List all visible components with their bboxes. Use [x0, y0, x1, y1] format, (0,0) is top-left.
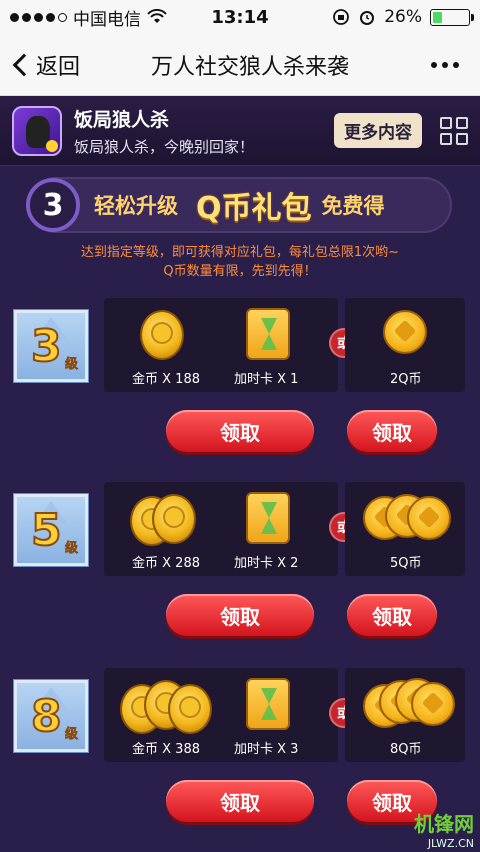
timecard-reward-label: 加时卡 X 3	[234, 742, 299, 757]
reward-panel-items: 金币 X 188 加时卡 X 1	[104, 298, 338, 392]
back-label: 返回	[36, 54, 81, 80]
timecard-reward-label: 加时卡 X 1	[234, 372, 299, 387]
claim-items-button[interactable]: 领取	[166, 780, 314, 822]
level-unit: 级	[65, 357, 79, 373]
reward-panel-items: 金币 X 288 加时卡 X 2	[104, 482, 338, 576]
claim-items-button[interactable]: 领取	[166, 410, 314, 452]
q-coin-icon	[383, 310, 427, 354]
status-bar: 中国电信 13:14 26%	[0, 0, 480, 34]
hourglass-card-icon	[246, 492, 290, 544]
more-options-button[interactable]	[410, 61, 480, 68]
hourglass-card-icon	[246, 308, 290, 360]
timecard-reward-label: 加时卡 X 2	[234, 556, 299, 571]
reward-panel-qcoin: 2Q币	[345, 298, 465, 392]
gold-coin-icon	[138, 308, 188, 364]
app-logo-icon	[12, 105, 62, 156]
chevron-left-icon	[12, 53, 36, 76]
coin-reward-label: 金币 X 188	[132, 372, 200, 387]
level-badge: 3 级	[14, 310, 88, 382]
carrier-label: 中国电信	[73, 9, 141, 30]
qcoin-reward-label: 5Q币	[390, 556, 422, 571]
level-number: 8	[30, 691, 63, 742]
q-coin-icon	[363, 678, 455, 728]
reward-panel-qcoin: 5Q币	[345, 482, 465, 576]
page-title: 万人社交狼人杀来袭	[150, 54, 349, 80]
grid-menu-icon[interactable]	[440, 116, 468, 145]
more-content-button[interactable]: 更多内容	[334, 113, 422, 148]
claim-qcoin-button[interactable]: 领取	[347, 594, 437, 636]
clock: 13:14	[211, 6, 269, 28]
alarm-icon	[360, 11, 375, 25]
level-number: 3	[30, 321, 63, 372]
q-coin-icon	[363, 492, 453, 542]
banner-text-gift: Q币礼包	[196, 191, 312, 226]
orientation-lock-icon	[333, 9, 350, 25]
reward-panel-items: 金币 X 388 加时卡 X 3	[104, 668, 338, 762]
watermark-title: 机锋网	[414, 812, 474, 836]
app-header: 饭局狼人杀 饭局狼人杀，今晚别回家！ 更多内容	[0, 96, 480, 166]
app-name: 饭局狼人杀	[74, 108, 170, 131]
gold-coin-icon	[120, 678, 216, 734]
level-unit: 级	[65, 727, 79, 743]
level-badge: 5 级	[14, 494, 88, 566]
claim-qcoin-button[interactable]: 领取	[347, 410, 437, 452]
level-unit: 级	[65, 541, 79, 557]
app-slogan: 饭局狼人杀，今晚别回家！	[74, 137, 255, 156]
wifi-icon	[147, 9, 167, 23]
qcoin-reward-label: 2Q币	[390, 372, 422, 387]
signal-strength-icon	[10, 12, 67, 22]
qcoin-reward-label: 8Q币	[390, 742, 422, 757]
promo-banner: 3 轻松升级 Q币礼包 免费得	[26, 177, 452, 233]
level-number: 5	[30, 505, 63, 556]
coin-reward-label: 金币 X 288	[132, 556, 200, 571]
hourglass-card-icon	[246, 678, 290, 730]
gold-coin-icon	[130, 492, 200, 548]
nav-bar: 返回 万人社交狼人杀来袭	[0, 34, 480, 96]
step-number: 3	[26, 178, 80, 232]
notice-text: 达到指定等级，即可获得对应礼包，每礼包总限1次哟~ Q币数量有限，先到先得！	[60, 243, 420, 281]
site-watermark: 机锋网 JLWZ.CN	[414, 808, 474, 850]
claim-items-button[interactable]: 领取	[166, 594, 314, 636]
watermark-domain: JLWZ.CN	[427, 837, 474, 850]
coin-reward-label: 金币 X 388	[132, 742, 200, 757]
banner-text-free: 免费得	[321, 194, 385, 218]
notice-line-2: Q币数量有限，先到先得！	[163, 264, 317, 279]
level-badge: 8 级	[14, 680, 88, 752]
notice-line-1: 达到指定等级，即可获得对应礼包，每礼包总限1次哟~	[80, 245, 400, 260]
reward-panel-qcoin: 8Q币	[345, 668, 465, 762]
battery-icon	[430, 8, 474, 26]
banner-text-level-up: 轻松升级	[94, 194, 178, 218]
battery-percent: 26%	[384, 7, 422, 27]
